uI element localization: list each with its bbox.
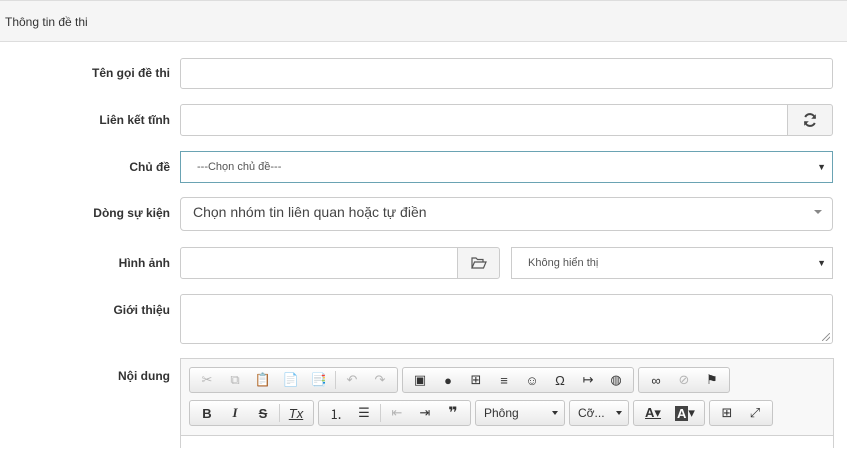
- paste-text-icon[interactable]: 📄: [277, 369, 305, 391]
- bulleted-list-icon[interactable]: ☰: [350, 402, 378, 424]
- resize-grip-icon[interactable]: [822, 333, 830, 341]
- cut-icon[interactable]: ✂: [193, 369, 221, 391]
- indent-icon[interactable]: ⇥: [411, 402, 439, 424]
- event-line-select[interactable]: Chọn nhóm tin liên quan hoặc tự điền: [180, 197, 833, 231]
- toolbar-separator: [335, 371, 336, 389]
- tools-group: ⊞ ⤢: [709, 400, 773, 426]
- event-line-label: Dòng sự kiện: [93, 206, 170, 220]
- horizontal-rule-icon[interactable]: ≡: [490, 369, 518, 391]
- undo-icon[interactable]: ↶: [338, 369, 366, 391]
- redo-icon[interactable]: ↷: [366, 369, 394, 391]
- font-combo-label: Phông: [484, 406, 519, 420]
- image-icon[interactable]: ▣: [406, 369, 434, 391]
- strike-icon[interactable]: S: [249, 402, 277, 424]
- topic-label: Chủ đề: [129, 160, 170, 174]
- image-display-value: Không hiển thị: [528, 257, 599, 269]
- show-blocks-icon[interactable]: ⊞: [713, 402, 741, 424]
- editor-toolbar-row-2: B I S Tx ⒈ ☰ ⇤ ⇥ ❞ Phông Cỡ... A▾ A▾ ⊞: [189, 400, 773, 426]
- intro-label: Giới thiệu: [113, 303, 170, 317]
- clipboard-group: ✂ ⧉ 📋 📄 📑 ↶ ↷: [189, 367, 398, 393]
- panel-header: Thông tin đề thi: [0, 0, 847, 42]
- paragraph-group: ⒈ ☰ ⇤ ⇥ ❞: [318, 400, 471, 426]
- chevron-down-icon: ▼: [817, 258, 826, 268]
- name-label: Tên gọi đề thi: [92, 66, 170, 80]
- editor-content-area[interactable]: [181, 435, 833, 455]
- bold-icon[interactable]: B: [193, 402, 221, 424]
- chevron-down-icon: [616, 411, 622, 415]
- chevron-down-icon: [552, 411, 558, 415]
- folder-open-icon: [470, 257, 487, 269]
- name-input[interactable]: [180, 58, 833, 89]
- page-break-icon[interactable]: ↦: [574, 369, 602, 391]
- copy-icon[interactable]: ⧉: [221, 369, 249, 391]
- image-display-select[interactable]: Không hiển thị ▼: [511, 247, 833, 279]
- bg-color-icon[interactable]: A ▾: [669, 402, 701, 424]
- content-label: Nội dung: [118, 369, 170, 383]
- iframe-icon[interactable]: ◍: [602, 369, 630, 391]
- unlink-icon[interactable]: ⊘: [670, 369, 698, 391]
- toolbar-separator: [380, 404, 381, 422]
- refresh-link-button[interactable]: [787, 104, 833, 136]
- chevron-down-icon: [814, 210, 822, 214]
- text-color-icon[interactable]: A▾: [637, 402, 669, 424]
- italic-icon[interactable]: I: [221, 402, 249, 424]
- outdent-icon[interactable]: ⇤: [383, 402, 411, 424]
- basic-styles-group: B I S Tx: [189, 400, 314, 426]
- colors-group: A▾ A ▾: [633, 400, 705, 426]
- toolbar-separator: [279, 404, 280, 422]
- font-combo[interactable]: Phông: [475, 400, 565, 426]
- panel-title: Thông tin đề thi: [5, 15, 88, 29]
- event-line-placeholder: Chọn nhóm tin liên quan hoặc tự điền: [193, 204, 427, 220]
- size-combo[interactable]: Cỡ...: [569, 400, 629, 426]
- size-combo-label: Cỡ...: [578, 406, 605, 420]
- image-path-input[interactable]: [180, 247, 458, 279]
- maximize-icon[interactable]: ⤢: [741, 402, 769, 424]
- topic-select[interactable]: ---Chọn chủ đề--- ▼: [180, 151, 833, 183]
- anchor-icon[interactable]: ⚑: [698, 369, 726, 391]
- intro-textarea[interactable]: [180, 294, 833, 344]
- static-link-input[interactable]: [180, 104, 788, 136]
- smiley-icon[interactable]: ☺: [518, 369, 546, 391]
- rich-text-editor: ✂ ⧉ 📋 📄 📑 ↶ ↷ ▣ ● ⊞ ≡ ☺ Ω ↦ ◍ ∞ ⊘ ⚑ B I: [180, 358, 834, 455]
- numbered-list-icon[interactable]: ⒈: [322, 402, 350, 424]
- blockquote-icon[interactable]: ❞: [439, 402, 467, 424]
- image-label: Hình ảnh: [118, 256, 170, 270]
- topic-selected-value: ---Chọn chủ đề---: [197, 161, 282, 173]
- static-link-label: Liên kết tĩnh: [99, 113, 170, 127]
- insert-group: ▣ ● ⊞ ≡ ☺ Ω ↦ ◍: [402, 367, 634, 393]
- refresh-icon: [804, 113, 816, 127]
- paste-icon[interactable]: 📋: [249, 369, 277, 391]
- editor-toolbar-row-1: ✂ ⧉ 📋 📄 📑 ↶ ↷ ▣ ● ⊞ ≡ ☺ Ω ↦ ◍ ∞ ⊘ ⚑: [189, 367, 730, 393]
- special-char-icon[interactable]: Ω: [546, 369, 574, 391]
- flash-icon[interactable]: ●: [434, 369, 462, 391]
- link-icon[interactable]: ∞: [642, 369, 670, 391]
- remove-format-icon[interactable]: Tx: [282, 402, 310, 424]
- paste-word-icon[interactable]: 📑: [305, 369, 333, 391]
- browse-image-button[interactable]: [457, 247, 500, 279]
- link-group: ∞ ⊘ ⚑: [638, 367, 730, 393]
- chevron-down-icon: ▼: [817, 162, 826, 172]
- table-icon[interactable]: ⊞: [462, 369, 490, 391]
